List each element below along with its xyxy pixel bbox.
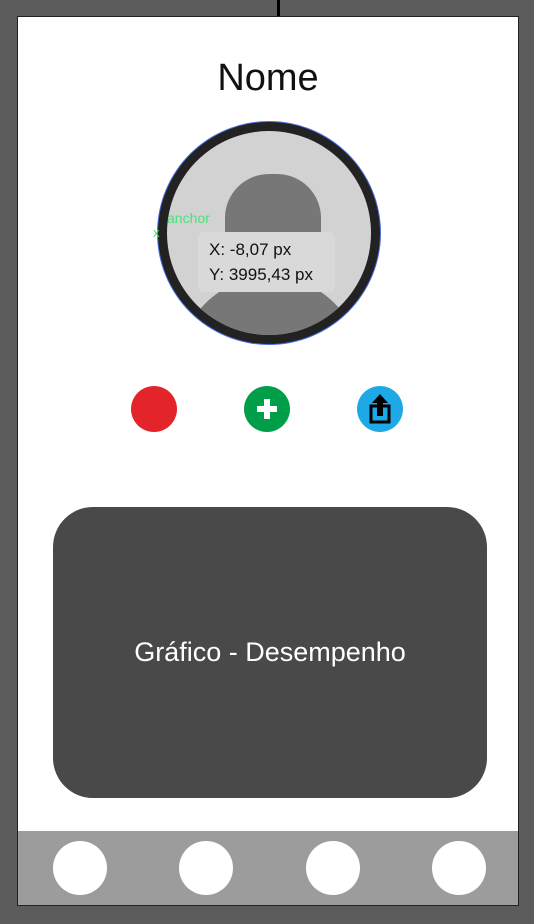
coordinate-tooltip: X: -8,07 px Y: 3995,43 px — [198, 232, 335, 292]
nav-item-3[interactable] — [306, 841, 360, 895]
share-button[interactable] — [357, 386, 403, 432]
coordinate-x-readout: X: -8,07 px — [209, 240, 292, 259]
bottom-navigation-bar — [18, 831, 518, 905]
red-action-button[interactable] — [131, 386, 177, 432]
share-upload-icon — [369, 394, 391, 424]
add-button[interactable] — [244, 386, 290, 432]
anchor-marker: x — [153, 225, 160, 240]
page-title: Nome — [217, 57, 319, 99]
performance-chart-card[interactable]: Gráfico - Desempenho — [53, 507, 487, 798]
phone-artboard: Nome anchor x X: -8,07 px Y: 3995,43 px … — [17, 16, 519, 906]
nav-item-1[interactable] — [53, 841, 107, 895]
nav-item-2[interactable] — [179, 841, 233, 895]
chart-card-label: Gráfico - Desempenho — [134, 637, 406, 667]
plus-icon — [257, 399, 277, 419]
coordinate-y-readout: Y: 3995,43 px — [209, 265, 313, 284]
anchor-label: anchor — [167, 210, 210, 226]
nav-item-4[interactable] — [432, 841, 486, 895]
